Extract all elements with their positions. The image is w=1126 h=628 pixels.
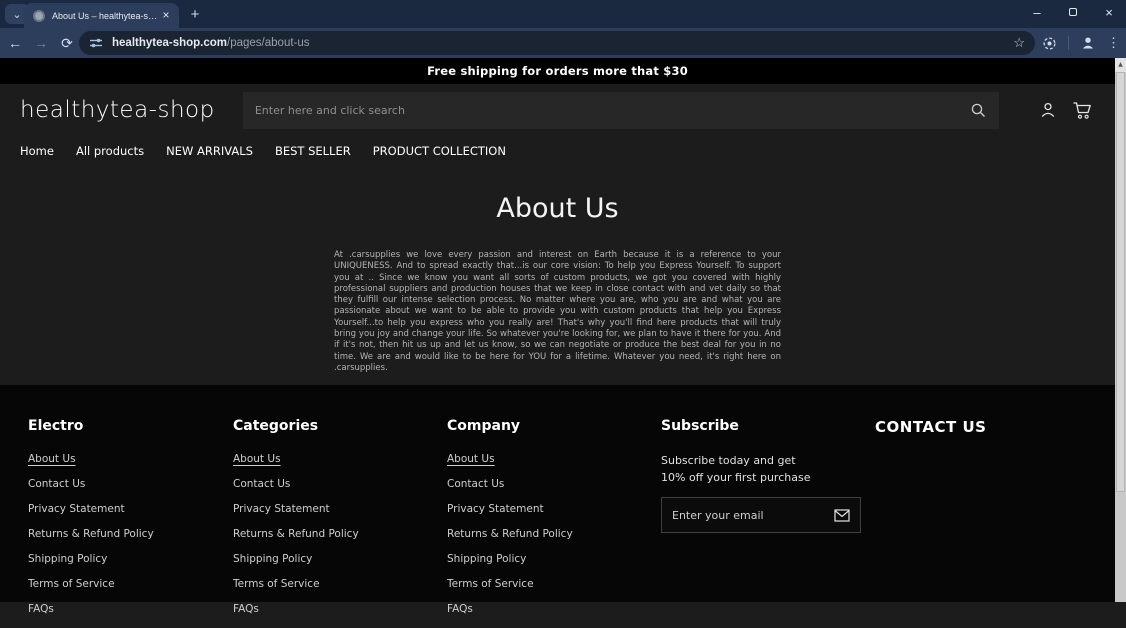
footer-heading: Company	[447, 418, 521, 434]
footer-link-privacy[interactable]: Privacy Statement	[28, 503, 125, 515]
page-scrollbar[interactable]: ▲	[1115, 58, 1126, 602]
footer-link-shipping[interactable]: Shipping Policy	[233, 553, 312, 565]
page-title: About Us	[496, 193, 619, 224]
footer-link-privacy[interactable]: Privacy Statement	[447, 503, 544, 515]
footer-column-electro: Electro About Us Contact Us Privacy Stat…	[28, 418, 233, 628]
search-icon[interactable]	[970, 102, 987, 119]
footer-heading: Categories	[233, 418, 319, 434]
toolbar-divider	[1068, 36, 1069, 50]
restore-button[interactable]	[1064, 4, 1082, 20]
toolbar-right: ⋮	[1042, 28, 1120, 58]
profile-avatar-icon[interactable]	[1080, 35, 1096, 51]
scrollbar-thumb[interactable]	[1116, 72, 1125, 492]
footer-column-subscribe: Subscribe Subscribe today and get 10% of…	[661, 418, 875, 628]
new-tab-button[interactable]: +	[186, 6, 204, 24]
refresh-button[interactable]: ⟳	[56, 35, 78, 52]
close-window-button[interactable]: ×	[1100, 4, 1118, 20]
nav-item-home[interactable]: Home	[20, 144, 54, 158]
site-logo[interactable]: healthytea-shop	[20, 97, 243, 123]
browser-menu-icon[interactable]: ⋮	[1107, 35, 1120, 51]
footer-link-faqs[interactable]: FAQs	[233, 603, 259, 615]
footer-link-about-us[interactable]: About Us	[233, 453, 281, 465]
footer-link-terms[interactable]: Terms of Service	[233, 578, 320, 590]
nav-item-best-seller[interactable]: BEST SELLER	[275, 144, 351, 158]
footer-link-privacy[interactable]: Privacy Statement	[233, 503, 330, 515]
site-header: healthytea-shop	[0, 84, 1115, 136]
footer-link-shipping[interactable]: Shipping Policy	[28, 553, 107, 565]
search-box	[242, 91, 999, 129]
subscribe-heading: Subscribe	[661, 418, 739, 434]
footer-link-faqs[interactable]: FAQs	[447, 603, 473, 615]
footer-link-contact-us[interactable]: Contact Us	[447, 478, 504, 490]
webpage: Free shipping for orders more that $30 h…	[0, 58, 1115, 615]
header-icons	[1039, 101, 1093, 120]
main-navigation: Home All products NEW ARRIVALS BEST SELL…	[0, 136, 1115, 166]
search-input[interactable]	[254, 103, 970, 117]
nav-item-product-collection[interactable]: PRODUCT COLLECTION	[373, 144, 506, 158]
footer-link-returns[interactable]: Returns & Refund Policy	[28, 528, 154, 540]
restore-icon	[1069, 8, 1077, 16]
footer-link-returns[interactable]: Returns & Refund Policy	[447, 528, 573, 540]
about-body-text: At .carsupplies we love every passion an…	[334, 250, 781, 373]
account-icon[interactable]	[1039, 101, 1057, 119]
nav-item-new-arrivals[interactable]: NEW ARRIVALS	[166, 144, 253, 158]
newsletter-email-input[interactable]	[672, 508, 834, 522]
back-button[interactable]: ←	[4, 35, 26, 51]
subscribe-text: Subscribe today and get 10% off your fir…	[661, 454, 811, 484]
envelope-icon[interactable]	[834, 508, 850, 522]
site-footer: Electro About Us Contact Us Privacy Stat…	[0, 385, 1115, 615]
tab-title: About Us – healthytea-shop	[52, 10, 159, 21]
footer-link-about-us[interactable]: About Us	[447, 453, 495, 465]
forward-button[interactable]: →	[30, 35, 52, 51]
url-text: healthytea-shop.com/pages/about-us	[112, 37, 1013, 49]
address-bar[interactable]: healthytea-shop.com/pages/about-us ☆	[79, 31, 1035, 55]
nav-item-all-products[interactable]: All products	[76, 144, 144, 158]
cart-icon[interactable]	[1072, 101, 1093, 120]
tab-strip: ⌄ About Us – healthytea-shop × + – ×	[0, 0, 1126, 28]
url-domain: healthytea-shop.com	[112, 37, 228, 49]
footer-heading: Electro	[28, 418, 84, 434]
about-section: About Us At .carsupplies we love every p…	[0, 193, 1115, 374]
announcement-bar: Free shipping for orders more that $30	[0, 58, 1115, 84]
browser-toolbar: ← → ⟳ healthytea-shop.com/pages/about-us…	[0, 28, 1126, 58]
footer-link-shipping[interactable]: Shipping Policy	[447, 553, 526, 565]
footer-column-categories: Categories About Us Contact Us Privacy S…	[233, 418, 447, 628]
bookmark-star-icon[interactable]: ☆	[1013, 35, 1025, 51]
footer-link-contact-us[interactable]: Contact Us	[233, 478, 290, 490]
browser-chrome: ⌄ About Us – healthytea-shop × + – × ← →…	[0, 0, 1126, 58]
footer-column-contact: CONTACT US	[875, 418, 1115, 628]
tab-favicon-icon	[33, 9, 45, 22]
footer-link-faqs[interactable]: FAQs	[28, 603, 54, 615]
site-settings-icon[interactable]	[89, 36, 103, 50]
newsletter-box	[661, 497, 861, 533]
footer-link-contact-us[interactable]: Contact Us	[28, 478, 85, 490]
footer-link-terms[interactable]: Terms of Service	[447, 578, 534, 590]
footer-link-terms[interactable]: Terms of Service	[28, 578, 115, 590]
contact-heading: CONTACT US	[875, 418, 987, 436]
footer-link-returns[interactable]: Returns & Refund Policy	[233, 528, 359, 540]
announcement-text: Free shipping for orders more that $30	[427, 64, 688, 78]
chevron-down-icon: ⌄	[12, 8, 22, 21]
url-path: /pages/about-us	[227, 37, 310, 49]
minimize-button[interactable]: –	[1028, 4, 1046, 20]
browser-action-icon[interactable]	[1042, 36, 1057, 51]
window-controls: – ×	[1028, 4, 1118, 20]
scroll-up-icon[interactable]: ▲	[1115, 58, 1126, 72]
footer-column-company: Company About Us Contact Us Privacy Stat…	[447, 418, 661, 628]
browser-tab[interactable]: About Us – healthytea-shop ×	[24, 3, 179, 28]
footer-link-about-us[interactable]: About Us	[28, 453, 76, 465]
tab-close-icon[interactable]: ×	[159, 8, 173, 23]
